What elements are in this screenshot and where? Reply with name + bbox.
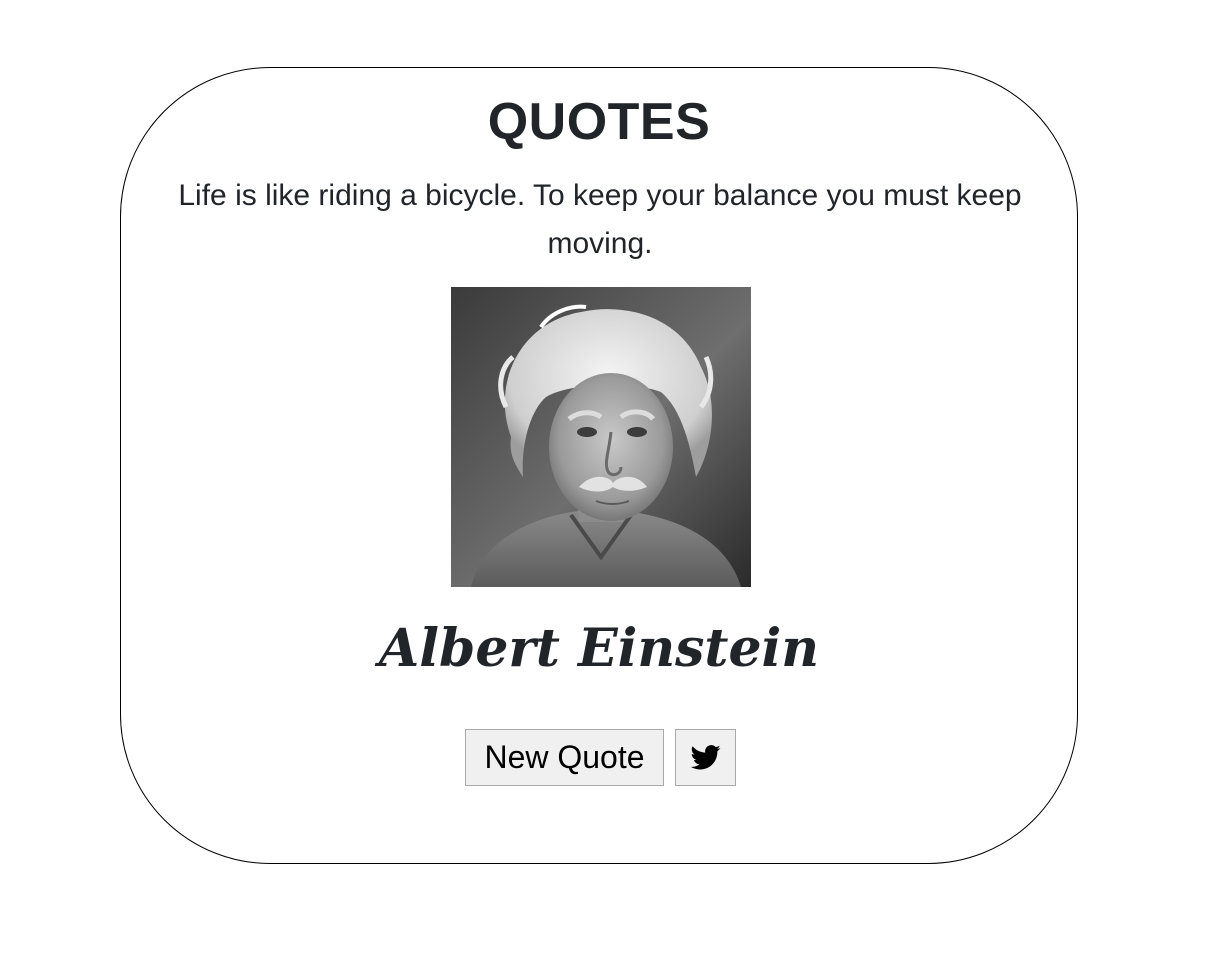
quote-card: QUOTES Life is like riding a bicycle. To… <box>120 67 1078 864</box>
tweet-button[interactable] <box>675 729 736 786</box>
page-title: QUOTES <box>487 93 711 151</box>
author-portrait <box>451 287 751 587</box>
twitter-bird-icon <box>690 745 720 770</box>
quote-text: Life is like riding a bicycle. To keep y… <box>178 179 1022 260</box>
quote-author: Albert Einstein <box>378 618 820 679</box>
new-quote-button[interactable]: New Quote <box>465 729 664 786</box>
